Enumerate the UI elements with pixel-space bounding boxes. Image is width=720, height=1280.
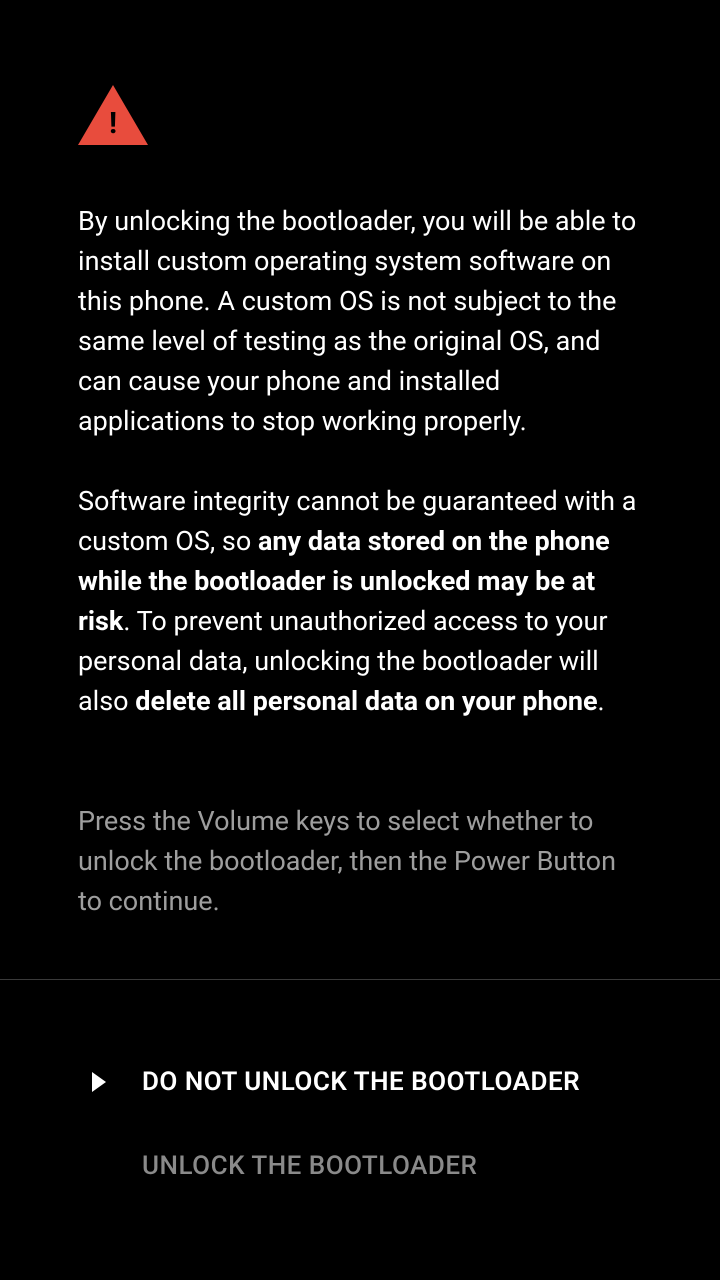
option-label: UNLOCK THE BOOTLOADER: [142, 1151, 477, 1181]
selection-arrow-icon: [92, 1072, 106, 1092]
warning-content: ! By unlocking the bootloader, you will …: [0, 0, 720, 761]
options-list: DO NOT UNLOCK THE BOOTLOADER UNLOCK THE …: [0, 980, 720, 1202]
option-label: DO NOT UNLOCK THE BOOTLOADER: [142, 1067, 580, 1097]
warning-p2-bold-delete: delete all personal data on your phone: [135, 685, 597, 717]
bootloader-unlock-screen: ! By unlocking the bootloader, you will …: [0, 0, 720, 1280]
warning-paragraph-2: Software integrity cannot be guaranteed …: [78, 481, 642, 721]
option-unlock[interactable]: UNLOCK THE BOOTLOADER: [0, 1130, 720, 1202]
warning-paragraph-1: By unlocking the bootloader, you will be…: [78, 201, 642, 441]
warning-p2-text-e: .: [598, 685, 605, 717]
instruction-hint: Press the Volume keys to select whether …: [0, 761, 720, 921]
option-do-not-unlock[interactable]: DO NOT UNLOCK THE BOOTLOADER: [0, 1046, 720, 1118]
warning-triangle-icon: !: [78, 85, 148, 145]
